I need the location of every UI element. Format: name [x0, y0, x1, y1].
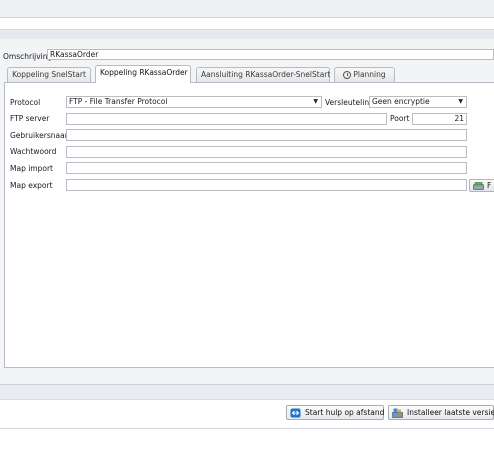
- start-remote-help-label: Start hulp op afstand: [305, 408, 385, 417]
- wachtwoord-input[interactable]: [66, 146, 467, 158]
- omschrijving-label: Omschrijving: [3, 52, 53, 61]
- wachtwoord-label: Wachtwoord: [10, 147, 57, 156]
- remote-help-icon: [290, 408, 301, 418]
- protocol-select[interactable]: FTP - File Transfer Protocol ▼: [66, 96, 322, 108]
- poort-label: Poort: [390, 114, 410, 123]
- map-export-label: Map export: [10, 181, 53, 190]
- tab-label: Aansluiting RKassaOrder-SnelStart: [201, 70, 331, 79]
- install-latest-version-label: Installeer laatste versie: [407, 408, 494, 417]
- map-import-label: Map import: [10, 164, 53, 173]
- top-toolbar-band: [0, 0, 494, 18]
- clock-icon: [343, 71, 352, 79]
- gebruikersnaam-input[interactable]: [66, 129, 467, 141]
- tab-koppeling-snelstart[interactable]: Koppeling SnelStart: [7, 67, 91, 82]
- drive-icon: [473, 182, 484, 190]
- versleuteling-select[interactable]: Geen encryptie ▼: [369, 96, 467, 108]
- map-import-input[interactable]: [66, 162, 467, 174]
- protocol-label: Protocol: [10, 98, 41, 107]
- gebruikersnaam-label: Gebruikersnaam: [10, 131, 73, 140]
- tab-label: Planning: [353, 70, 386, 79]
- map-export-input[interactable]: [66, 179, 467, 191]
- ftp-server-input[interactable]: [66, 113, 387, 125]
- browse-button[interactable]: F: [469, 179, 494, 192]
- dropdown-arrow-icon: ▼: [313, 98, 318, 105]
- bottom-area: [0, 428, 494, 457]
- tab-label: Koppeling RKassaOrder: [100, 68, 188, 77]
- install-latest-version-button[interactable]: Installeer laatste versie: [388, 405, 494, 420]
- versleuteling-label: Versleuteling: [325, 98, 374, 107]
- tab-label: Koppeling SnelStart: [12, 70, 86, 79]
- versleuteling-value: Geen encryptie: [372, 97, 430, 106]
- omschrijving-input[interactable]: RKassaOrder: [47, 49, 494, 60]
- tab-planning[interactable]: Planning: [334, 67, 395, 82]
- tab-aansluiting[interactable]: Aansluiting RKassaOrder-SnelStart: [196, 67, 330, 82]
- dropdown-arrow-icon: ▼: [458, 98, 463, 105]
- browse-button-label: F: [487, 181, 492, 190]
- tab-koppeling-rkassaorder[interactable]: Koppeling RKassaOrder: [95, 65, 191, 83]
- poort-input[interactable]: 21: [412, 113, 467, 125]
- status-strip: [0, 384, 494, 400]
- install-icon: [392, 408, 403, 418]
- protocol-value: FTP - File Transfer Protocol: [69, 97, 168, 106]
- start-remote-help-button[interactable]: Start hulp op afstand: [286, 405, 384, 420]
- ftp-server-label: FTP server: [10, 114, 50, 123]
